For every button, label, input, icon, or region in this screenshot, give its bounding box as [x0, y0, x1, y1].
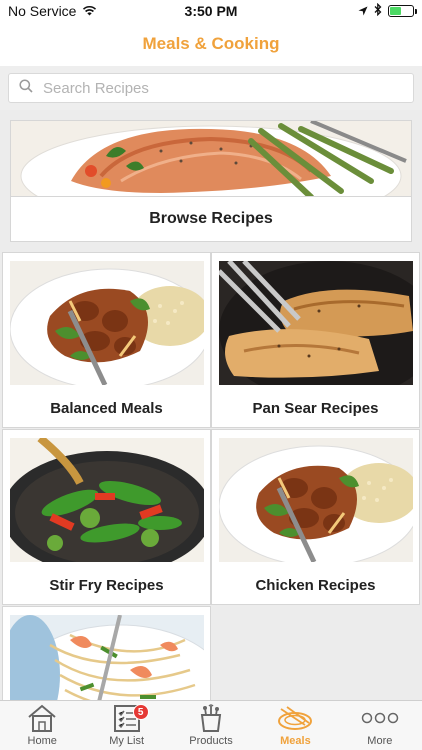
- category-tile-stir-fry[interactable]: Stir Fry Recipes: [2, 429, 211, 605]
- search-bar: [0, 66, 422, 110]
- tab-more-label: More: [367, 735, 393, 747]
- status-bar: No Service 3:50 PM: [0, 0, 422, 22]
- pan-sear-label: Pan Sear Recipes: [252, 399, 379, 417]
- home-icon: [26, 702, 58, 734]
- search-icon: [19, 78, 33, 98]
- tab-home[interactable]: Home: [0, 701, 84, 750]
- category-tile-balanced-meals[interactable]: Balanced Meals: [2, 252, 211, 428]
- shrimp-noodles-image: [10, 615, 204, 700]
- recipe-categories: Browse Recipes Balanced Meals Pan Sear R…: [0, 110, 422, 700]
- chicken-recipes-image: [219, 438, 413, 562]
- tab-products[interactable]: Products: [169, 701, 253, 750]
- stir-fry-image: [10, 438, 204, 562]
- category-tile-noodles[interactable]: [2, 606, 211, 700]
- tab-my-list-label: My List: [109, 735, 145, 747]
- carrier-label: No Service: [8, 3, 77, 19]
- salmon-asparagus-image: [11, 121, 411, 197]
- list-count-badge: 5: [132, 704, 149, 720]
- search-box[interactable]: [8, 73, 414, 103]
- search-input[interactable]: [43, 79, 403, 97]
- stir-fry-label: Stir Fry Recipes: [49, 576, 164, 594]
- tab-meals-label: Meals: [280, 735, 311, 747]
- tab-products-label: Products: [189, 735, 233, 747]
- balanced-meals-label: Balanced Meals: [50, 399, 163, 417]
- pan-sear-image: [219, 261, 413, 385]
- status-right: [358, 2, 417, 19]
- chicken-recipes-label: Chicken Recipes: [255, 576, 376, 594]
- battery-level: [390, 7, 401, 15]
- grocery-bag-icon: [196, 702, 226, 734]
- status-left: No Service: [8, 3, 97, 19]
- balanced-meals-image: [10, 261, 204, 385]
- navigation-bar: Meals & Cooking: [0, 22, 422, 66]
- browse-recipes-card[interactable]: Browse Recipes: [10, 120, 412, 242]
- wifi-icon: [82, 3, 97, 19]
- tab-bar: Home 5 My List Products Meals More: [0, 700, 422, 750]
- more-icon: [360, 702, 400, 734]
- category-tile-chicken[interactable]: Chicken Recipes: [211, 429, 420, 605]
- tab-home-label: Home: [27, 735, 57, 747]
- page-title: Meals & Cooking: [142, 34, 280, 53]
- tab-meals[interactable]: Meals: [253, 701, 337, 750]
- browse-recipes-label: Browse Recipes: [149, 210, 273, 227]
- category-tile-pan-sear[interactable]: Pan Sear Recipes: [211, 252, 420, 428]
- bluetooth-icon: [374, 2, 382, 19]
- meals-icon: [277, 702, 313, 734]
- battery-icon: [388, 5, 417, 17]
- location-arrow-icon: [358, 3, 368, 19]
- tab-my-list[interactable]: 5 My List: [84, 701, 168, 750]
- tab-more[interactable]: More: [338, 701, 422, 750]
